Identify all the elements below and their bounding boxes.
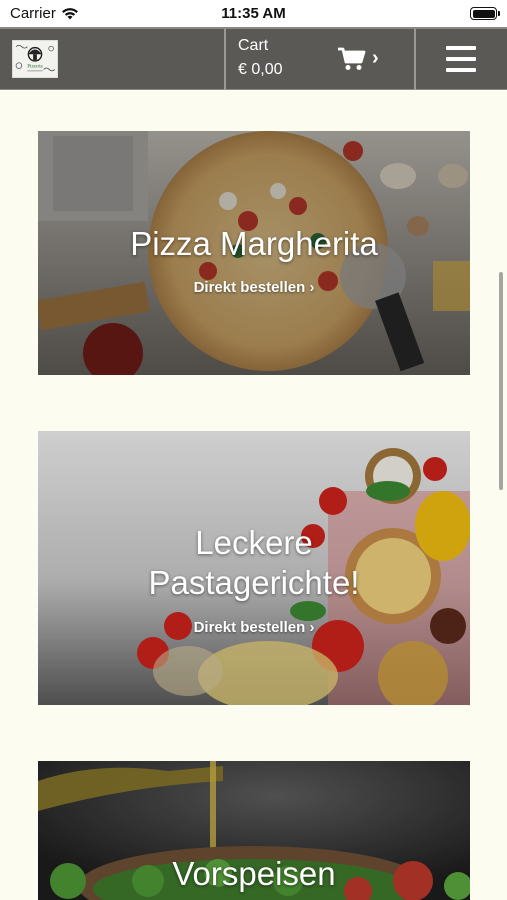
battery-icon [470, 7, 500, 20]
menu-bar [446, 68, 476, 72]
app-header: Pizzeria Cart € 0,00 › [0, 27, 507, 90]
card-title: Pizza Margherita [130, 225, 378, 262]
status-time: 11:35 AM [221, 5, 286, 22]
menu-bar [446, 46, 476, 50]
cart-button[interactable]: Cart € 0,00 › [226, 29, 414, 90]
cart-label: Cart [238, 37, 269, 54]
scroll-indicator[interactable] [499, 272, 503, 490]
card-title: Leckere Pastagerichte! [148, 524, 360, 601]
shopping-cart-icon [338, 47, 366, 70]
category-card-pizza[interactable]: Pizza Margherita Direkt bestellen › [38, 131, 470, 375]
order-link[interactable]: Direkt bestellen › [38, 279, 470, 296]
logo-text: Pizzeria [27, 65, 43, 70]
status-bar: Carrier 11:35 AM [0, 0, 507, 27]
category-card-starters[interactable]: Vorspeisen [38, 761, 470, 900]
cart-total: € 0,00 [238, 61, 283, 78]
restaurant-logo[interactable]: Pizzeria [12, 40, 58, 78]
category-card-pasta[interactable]: Leckere Pastagerichte! Direkt bestellen … [38, 431, 470, 705]
chevron-right-icon: › [372, 47, 379, 69]
order-link[interactable]: Direkt bestellen › [38, 619, 470, 636]
hamburger-menu-icon[interactable] [416, 29, 507, 90]
logo-image: Pizzeria [13, 41, 57, 77]
menu-bar [446, 57, 476, 61]
card-title: Vorspeisen [172, 855, 336, 892]
